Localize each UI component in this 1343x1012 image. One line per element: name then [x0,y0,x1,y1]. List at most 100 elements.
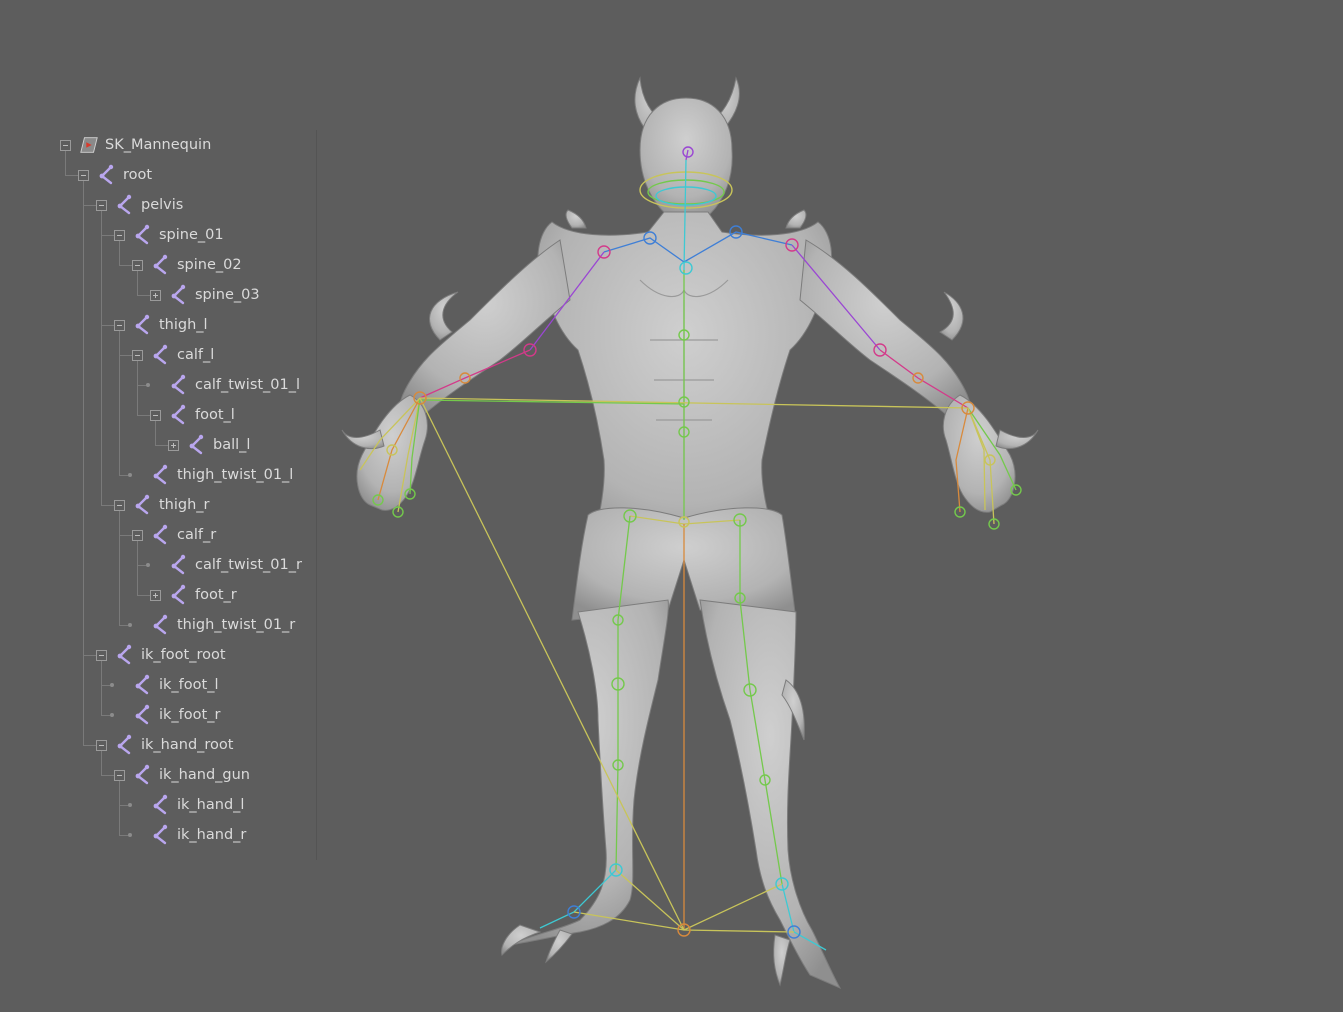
joint-icon [169,404,189,426]
outliner-item-spine-01[interactable]: spine_01 [114,220,224,250]
tree-connector [119,241,120,265]
collapse-toggle-icon[interactable] [132,529,143,541]
outliner-item-thigh-r[interactable]: thigh_r [114,490,210,520]
outliner-item-label: thigh_l [159,317,208,333]
outliner-item-foot-l[interactable]: foot_l [150,400,235,430]
joint-icon [151,794,171,816]
tree-connector [155,421,156,445]
outliner-item-ball-l[interactable]: ball_l [168,430,250,460]
joint-icon [133,224,153,246]
tree-connector [119,331,120,475]
outliner-panel: SK_Mannequinroot pelvis spine_01 spine_02sp… [50,130,317,860]
collapse-toggle-icon[interactable] [114,229,125,241]
tree-connector [101,325,114,326]
outliner-item-label: ik_hand_root [141,737,234,753]
outliner-item-sk-mannequin[interactable]: SK_Mannequin [60,130,211,160]
outliner-item-label: foot_l [195,407,235,423]
joint-icon [151,524,171,546]
tree-connector [137,271,138,295]
tree-connector [83,181,84,745]
outliner-item-thigh-l[interactable]: thigh_l [114,310,208,340]
joint-icon [133,314,153,336]
left-leg [509,599,669,946]
outliner-item-ik-hand-r[interactable]: ik_hand_r [132,820,246,850]
collapse-toggle-icon[interactable] [96,199,107,211]
outliner-item-label: root [123,167,153,183]
outliner-item-label: pelvis [141,197,184,213]
outliner-item-label: calf_twist_01_r [195,557,302,573]
collapse-toggle-icon[interactable] [96,649,107,661]
collapse-toggle-icon[interactable] [132,349,143,361]
3d-viewport[interactable] [330,60,1090,1005]
right-hand [942,394,1016,513]
outliner-item-label: ik_hand_r [177,827,247,843]
outliner-item-spine-02[interactable]: spine_02 [132,250,242,280]
outliner-item-calf-l[interactable]: calf_l [132,340,214,370]
outliner-item-pelvis[interactable]: pelvis [96,190,183,220]
tree-connector [137,415,150,416]
joint-icon [133,704,153,726]
tree-connector [119,355,132,356]
outliner-item-foot-r[interactable]: foot_r [150,580,237,610]
outliner-item-ik-hand-root[interactable]: ik_hand_root [96,730,233,760]
tree-connector [101,211,102,505]
outliner-item-calf-twist-01-r[interactable]: calf_twist_01_r [150,550,302,580]
expand-toggle-icon[interactable] [150,589,161,601]
tree-connector [119,781,120,835]
joint-icon [169,284,189,306]
outliner-item-ik-foot-root[interactable]: ik_foot_root [96,640,226,670]
joint-icon [115,644,135,666]
right-shoulder-spike [785,209,807,229]
outliner-item-spine-03[interactable]: spine_03 [150,280,260,310]
tree-connector [101,751,102,775]
tree-connector [155,445,168,446]
collapse-toggle-icon[interactable] [114,499,125,511]
outliner-item-label: calf_twist_01_l [195,377,301,393]
mesh-icon [79,134,99,156]
outliner-item-label: ball_l [213,437,251,453]
collapse-toggle-icon[interactable] [132,259,143,271]
left-arm [399,239,571,419]
left-claw [341,429,385,450]
outliner-item-ik-foot-r[interactable]: ik_foot_r [114,700,220,730]
joint-icon [115,194,135,216]
outliner-item-ik-foot-l[interactable]: ik_foot_l [114,670,219,700]
collapse-toggle-icon[interactable] [60,139,71,151]
outliner-item-label: thigh_twist_01_r [177,617,296,633]
joint-icon [151,254,171,276]
joint-icon [169,554,189,576]
expand-toggle-icon[interactable] [150,289,161,301]
outliner-item-label: ik_foot_l [159,677,219,693]
tree-connector [137,541,138,595]
joint-icon [151,614,171,636]
tree-connector [119,625,128,626]
joint-icon [169,584,189,606]
collapse-toggle-icon[interactable] [150,409,161,421]
outliner-item-ik-hand-l[interactable]: ik_hand_l [132,790,244,820]
right-toe-claw [773,934,791,987]
outliner-item-label: SK_Mannequin [105,137,212,153]
joint-icon [151,464,171,486]
tree-connector [137,565,146,566]
expand-toggle-icon[interactable] [168,439,179,451]
collapse-toggle-icon[interactable] [78,169,89,181]
outliner-item-calf-r[interactable]: calf_r [132,520,216,550]
collapse-toggle-icon[interactable] [114,319,125,331]
outliner-item-thigh-twist-01-l[interactable]: thigh_twist_01_l [132,460,293,490]
outliner-item-calf-twist-01-l[interactable]: calf_twist_01_l [150,370,300,400]
outliner-item-thigh-twist-01-r[interactable]: thigh_twist_01_r [132,610,295,640]
outliner-item-label: spine_02 [177,257,242,273]
left-shoulder-spike [565,209,587,229]
outliner-item-label: spine_01 [159,227,224,243]
outliner-item-root[interactable]: root [78,160,152,190]
outliner-item-ik-hand-gun[interactable]: ik_hand_gun [114,760,250,790]
collapse-toggle-icon[interactable] [114,769,125,781]
tree-connector [65,175,78,176]
tree-connector [119,805,128,806]
outliner-item-label: spine_03 [195,287,260,303]
character-mesh[interactable] [341,76,1039,990]
outliner-item-label: calf_r [177,527,217,543]
collapse-toggle-icon[interactable] [96,739,107,751]
tree-connector [83,205,96,206]
outliner-item-label: thigh_twist_01_l [177,467,294,483]
